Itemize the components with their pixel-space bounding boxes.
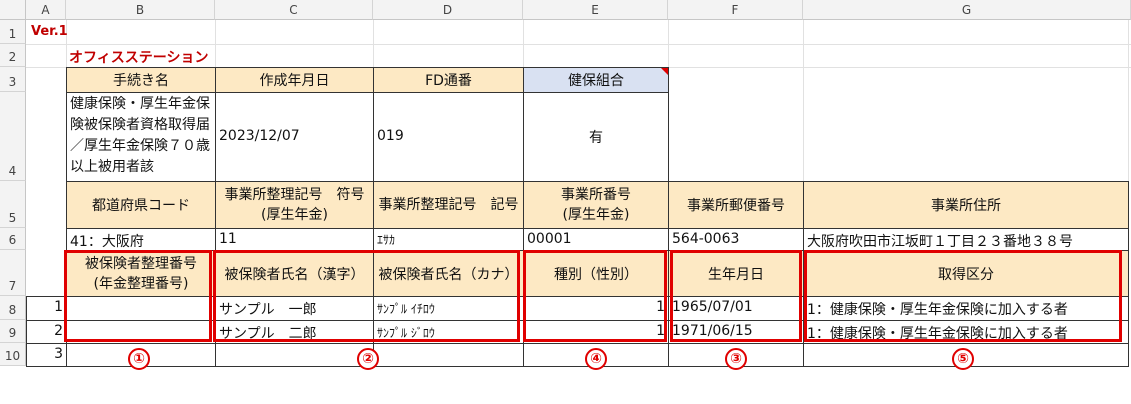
gridline <box>523 20 524 67</box>
callout-number-3: ③ <box>725 348 747 370</box>
row-header-10[interactable]: 10 <box>0 343 26 366</box>
column-header-d[interactable]: D <box>373 0 523 20</box>
header-office-code-mark[interactable]: 事業所整理記号 記号 <box>373 181 524 229</box>
callout-number-4: ④ <box>585 348 607 370</box>
header-office-address[interactable]: 事業所住所 <box>803 181 1129 229</box>
callout-number-5: ⑤ <box>952 348 974 370</box>
header-fd-number[interactable]: FD通番 <box>373 67 524 93</box>
gridline <box>215 20 216 67</box>
header-created-date[interactable]: 作成年月日 <box>215 67 374 93</box>
row-number[interactable]: 1 <box>26 296 67 321</box>
highlight-box-insured-number <box>64 250 212 342</box>
gridline <box>803 20 804 181</box>
version-label[interactable]: Ver.1 <box>31 24 68 39</box>
empty-cell[interactable] <box>373 343 524 367</box>
kenpo-kumiai-value[interactable]: 有 <box>523 92 669 182</box>
header-office-number[interactable]: 事業所番号 (厚生年金) <box>523 181 669 229</box>
column-header-b[interactable]: B <box>66 0 215 20</box>
callout-number-1: ① <box>128 348 150 370</box>
office-number-value[interactable]: 00001 <box>523 228 669 251</box>
row-header-4[interactable]: 4 <box>0 92 26 181</box>
column-header-c[interactable]: C <box>215 0 373 20</box>
row-header-2[interactable]: 2 <box>0 44 26 67</box>
spreadsheet: A B C D E F G 1 2 3 4 5 6 7 8 9 10 Ver.1… <box>0 0 1131 404</box>
highlight-box-names <box>213 250 520 342</box>
header-pref-code[interactable]: 都道府県コード <box>66 181 216 229</box>
highlight-box-type <box>523 250 667 342</box>
row-header-7[interactable]: 7 <box>0 250 26 296</box>
row-header-3[interactable]: 3 <box>0 67 26 92</box>
office-address-value[interactable]: 大阪府吹田市江坂町１丁目２３番地３８号 <box>803 228 1129 251</box>
row-header-6[interactable]: 6 <box>0 228 26 250</box>
column-header-a[interactable]: A <box>26 0 66 20</box>
row-header-9[interactable]: 9 <box>0 320 26 343</box>
row-header-8[interactable]: 8 <box>0 296 26 320</box>
header-office-postal[interactable]: 事業所郵便番号 <box>668 181 804 229</box>
gridline <box>26 44 1131 45</box>
office-postal-value[interactable]: 564-0063 <box>668 228 804 251</box>
row-number[interactable]: 2 <box>26 320 67 344</box>
gridline <box>668 20 669 67</box>
header-kenpo-kumiai[interactable]: 健保組合 <box>523 67 669 93</box>
row-header-1[interactable]: 1 <box>0 20 26 44</box>
column-header-f[interactable]: F <box>668 0 803 20</box>
gridline <box>373 20 374 67</box>
office-symbol-value[interactable]: 11 <box>215 228 374 251</box>
office-title[interactable]: オフィスステーション <box>69 47 208 67</box>
select-all-corner[interactable] <box>0 0 26 20</box>
callout-number-2: ② <box>357 348 379 370</box>
created-date-value[interactable]: 2023/12/07 <box>215 92 374 182</box>
fd-number-value[interactable]: 019 <box>373 92 524 182</box>
header-procedure-name[interactable]: 手続き名 <box>66 67 216 93</box>
highlight-box-acquisition <box>804 250 1122 342</box>
office-mark-value[interactable]: ｴｻｶ <box>373 228 524 251</box>
empty-cell[interactable] <box>215 343 374 367</box>
highlight-box-birth-date <box>670 250 802 342</box>
column-header-e[interactable]: E <box>523 0 668 20</box>
row-header-5[interactable]: 5 <box>0 181 26 228</box>
pref-code-value[interactable]: 41：大阪府 <box>66 228 216 251</box>
procedure-name-value[interactable]: 健康保険・厚生年金保険被保険者資格取得届／厚生年金保険７０歳以上被用者該 <box>66 92 216 182</box>
header-office-code-symbol[interactable]: 事業所整理記号 符号 (厚生年金) <box>215 181 374 229</box>
column-header-g[interactable]: G <box>803 0 1131 20</box>
comment-indicator-icon[interactable] <box>661 68 668 75</box>
row-number[interactable]: 3 <box>26 343 67 367</box>
